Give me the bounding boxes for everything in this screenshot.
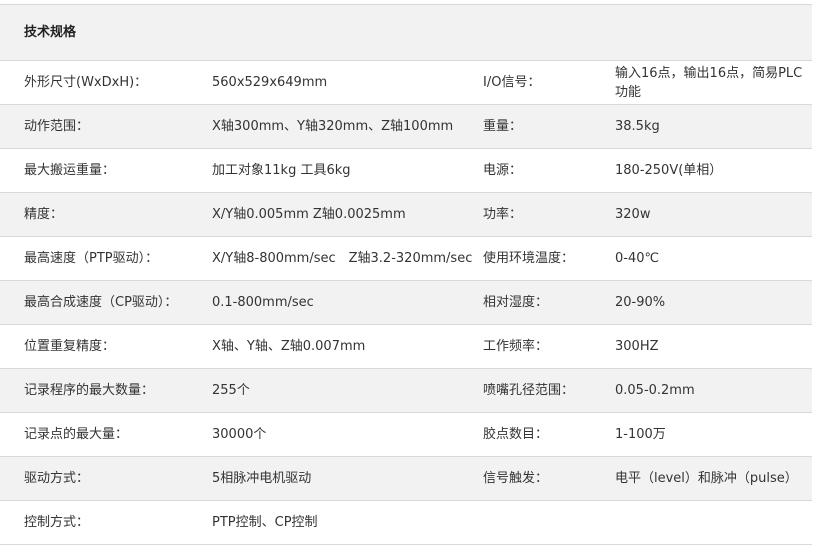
spec-label: 重量： [483,104,615,149]
table-row: 最高速度（PTP驱动）： X/Y轴8-800mm/sec Z轴3.2-320mm/… [0,236,813,281]
table-row: 精度： X/Y轴0.005mm Z轴0.0025mm 功率： 320w [0,192,813,237]
table-row: 位置重复精度： X轴、Y轴、Z轴0.007mm 工作频率： 300HZ [0,324,813,369]
table-row: 驱动方式： 5相脉冲电机驱动 信号触发： 电平（level）和脉冲（pulse） [0,456,813,501]
table-header-row: 技术规格 [0,4,813,61]
spec-value: 255个 [212,368,483,413]
table-row: 记录点的最大量： 30000个 胶点数目： 1-100万 [0,412,813,457]
table-row: 最大搬运重量： 加工对象11kg 工具6kg 电源： 180-250V(单相） [0,148,813,193]
spec-value: 0.1-800mm/sec [212,280,483,325]
table-row: 最高合成速度（CP驱动）： 0.1-800mm/sec 相对湿度： 20-90% [0,280,813,325]
spec-label: 外形尺寸(WxDxH)： [0,60,212,105]
spec-label: 精度： [0,192,212,237]
table-row: 外形尺寸(WxDxH)： 560x529x649mm I/O信号： 输入16点，输出1… [0,60,813,105]
spec-value: 电平（level）和脉冲（pulse） [615,456,813,501]
spec-label: 记录点的最大量： [0,412,212,457]
table-row: 控制方式： PTP控制、CP控制 [0,500,813,545]
spec-value: 20-90% [615,280,813,325]
spec-label: 相对湿度： [483,280,615,325]
spec-label: 最高合成速度（CP驱动）： [0,280,212,325]
spec-table-body: 技术规格 外形尺寸(WxDxH)： 560x529x649mm I/O信号： 输入16… [0,4,813,545]
spec-label: 驱动方式： [0,456,212,501]
spec-label: 功率： [483,192,615,237]
spec-value: 560x529x649mm [212,60,483,105]
table-row: 记录程序的最大数量： 255个 喷嘴孔径范围： 0.05-0.2mm [0,368,813,413]
spec-label: I/O信号： [483,60,615,105]
spec-value: 加工对象11kg 工具6kg [212,148,483,193]
spec-value: X轴300mm、Y轴320mm、Z轴100mm [212,104,483,149]
spec-value: 30000个 [212,412,483,457]
spec-value: X/Y轴8-800mm/sec Z轴3.2-320mm/sec [212,236,483,281]
spec-value: X轴、Y轴、Z轴0.007mm [212,324,483,369]
spec-value: 320w [615,192,813,237]
spec-label: 胶点数目： [483,412,615,457]
spec-label: 记录程序的最大数量： [0,368,212,413]
spec-label: 控制方式： [0,500,212,545]
table-row: 动作范围： X轴300mm、Y轴320mm、Z轴100mm 重量： 38.5kg [0,104,813,149]
spec-value: 0.05-0.2mm [615,368,813,413]
spec-label: 动作范围： [0,104,212,149]
spec-value: 0-40℃ [615,236,813,281]
spec-value: 300HZ [615,324,813,369]
spec-label: 喷嘴孔径范围： [483,368,615,413]
spec-value: 5相脉冲电机驱动 [212,456,483,501]
spec-value: 输入16点，输出16点，简易PLC功能 [615,60,813,105]
spec-label: 信号触发： [483,456,615,501]
spec-label: 工作频率： [483,324,615,369]
spec-value [615,500,813,545]
spec-table: 技术规格 外形尺寸(WxDxH)： 560x529x649mm I/O信号： 输入16… [0,4,813,545]
spec-label: 最高速度（PTP驱动）： [0,236,212,281]
spec-value: PTP控制、CP控制 [212,500,483,545]
spec-value: 1-100万 [615,412,813,457]
spec-label [483,500,615,545]
spec-value: 38.5kg [615,104,813,149]
spec-label: 使用环境温度： [483,236,615,281]
spec-label: 电源： [483,148,615,193]
spec-label: 最大搬运重量： [0,148,212,193]
spec-value: 180-250V(单相） [615,148,813,193]
table-title: 技术规格 [0,4,813,61]
spec-value: X/Y轴0.005mm Z轴0.0025mm [212,192,483,237]
spec-label: 位置重复精度： [0,324,212,369]
